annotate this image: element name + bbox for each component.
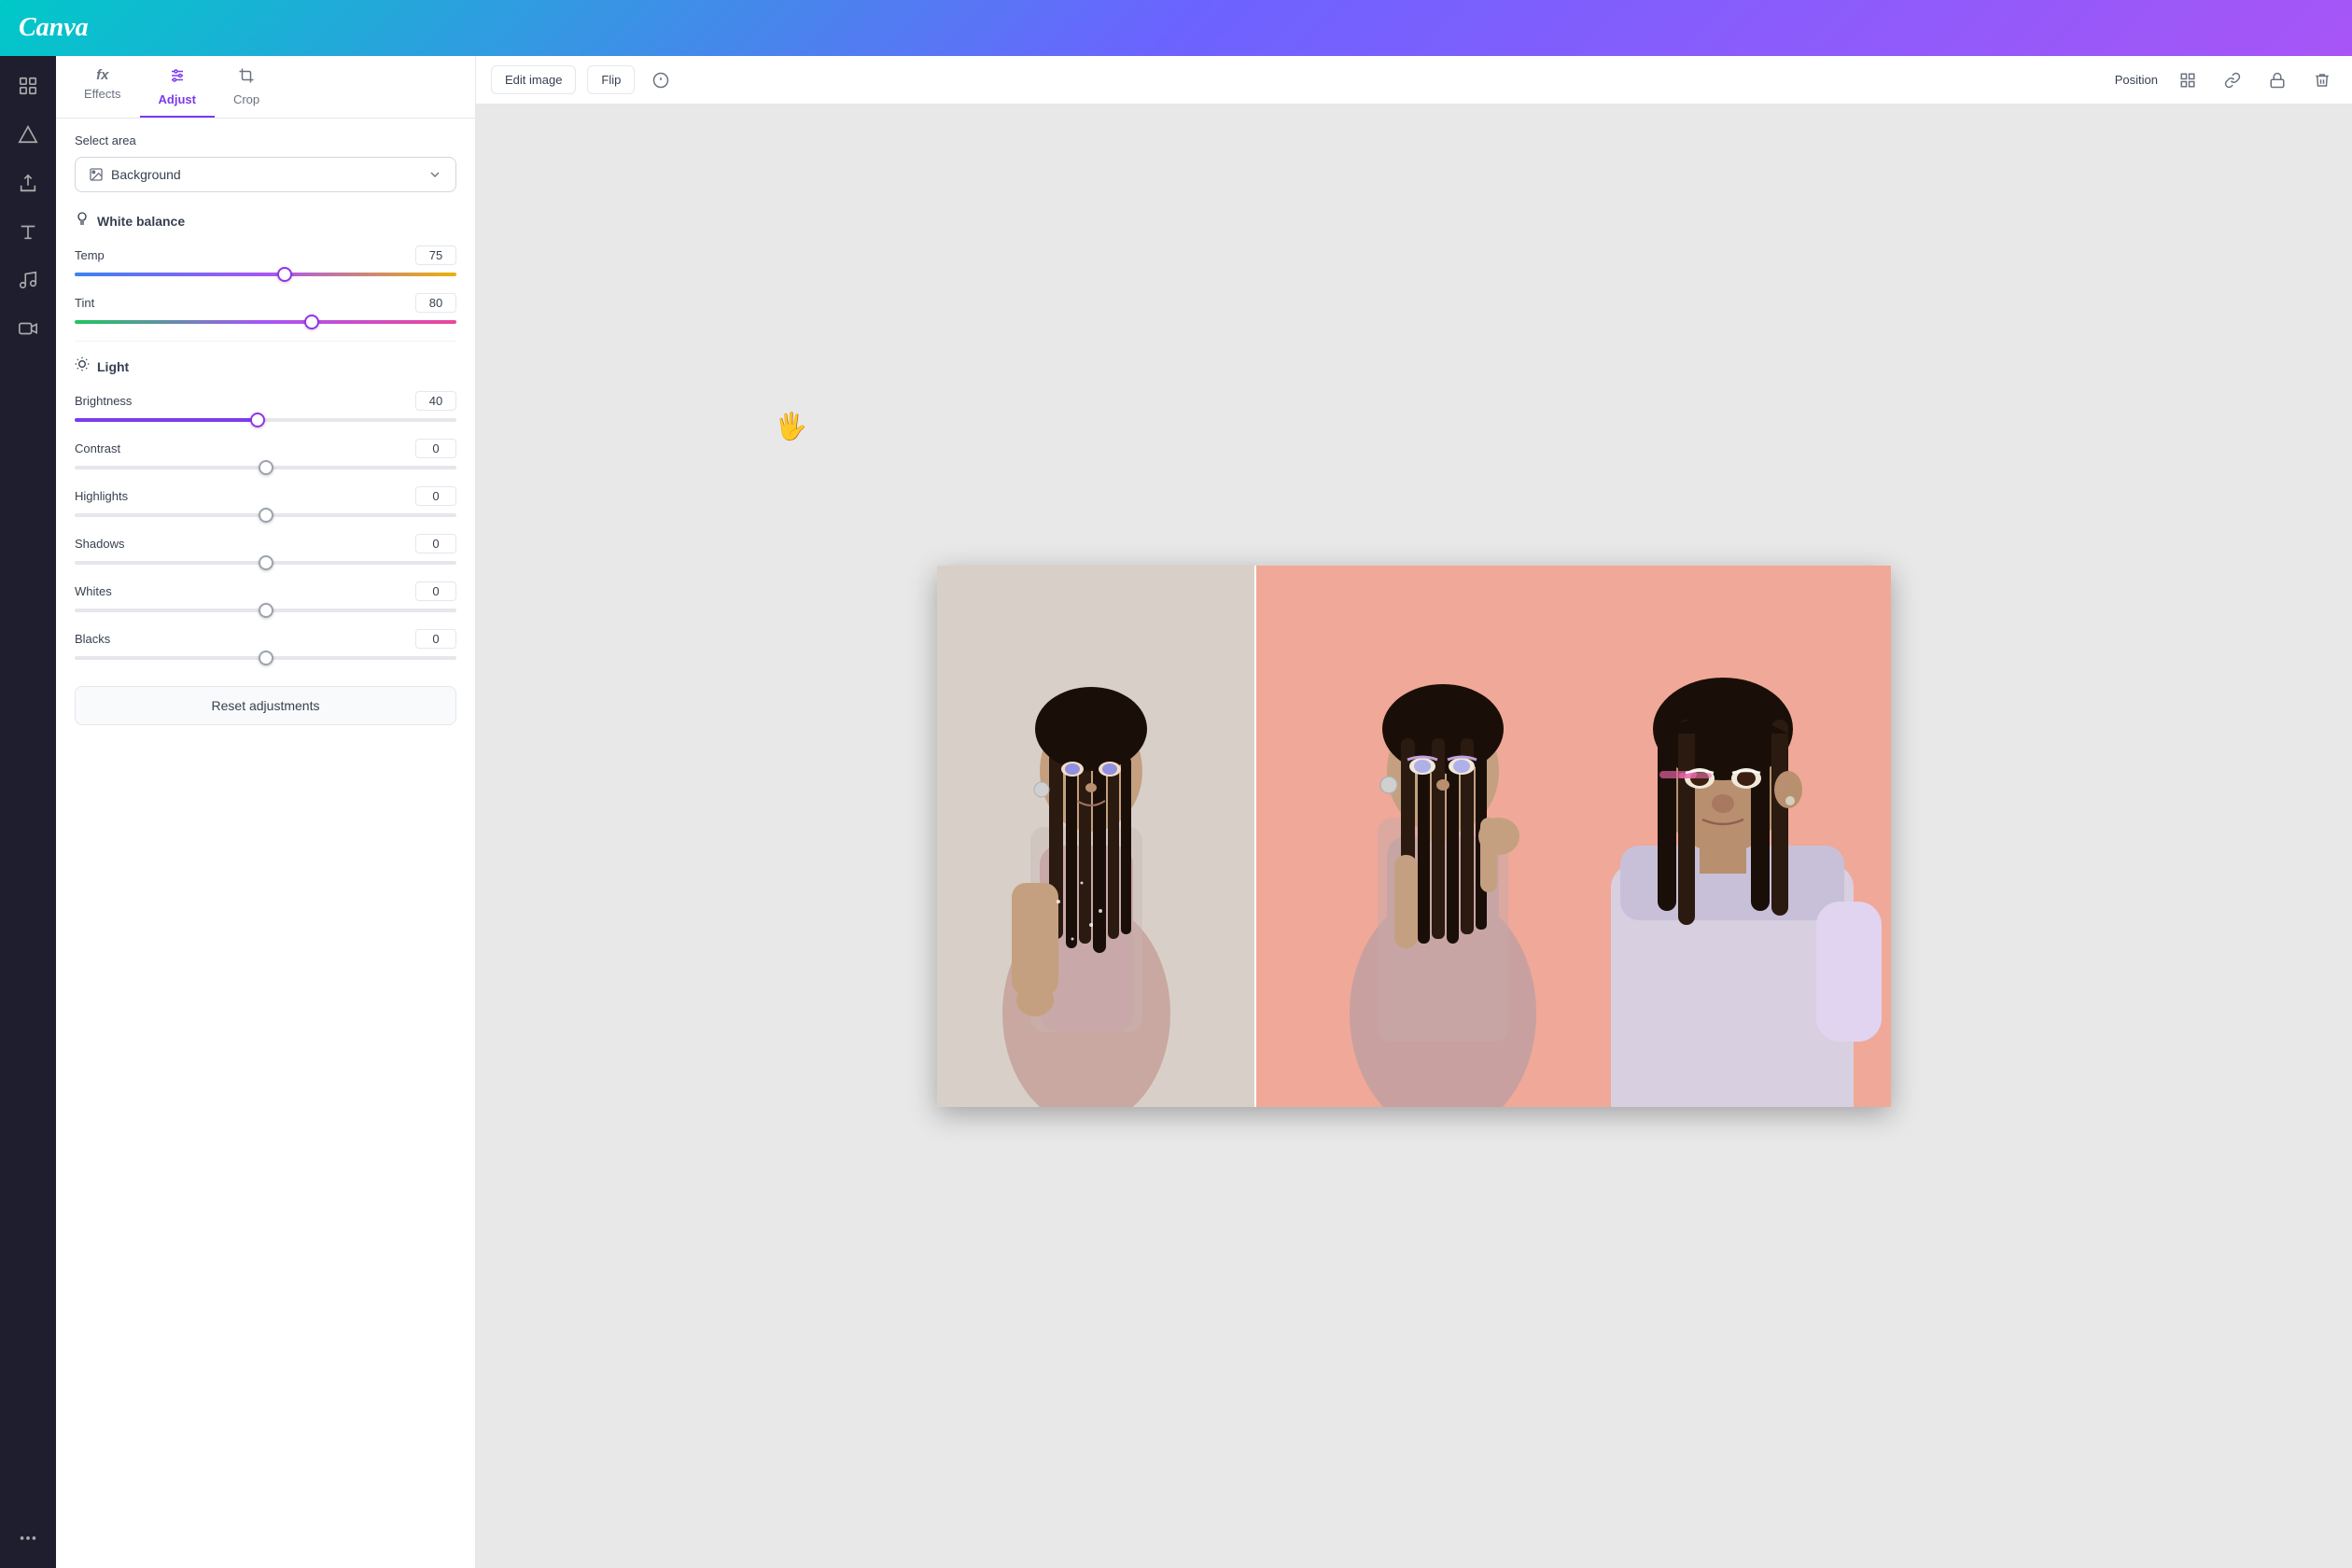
sidebar-icon-bar [0, 56, 56, 1568]
main-layout: fx Effects Adjust Crop [0, 56, 2352, 1568]
top-toolbar: Edit image Flip Position [476, 56, 2352, 105]
image-left [937, 566, 1254, 1107]
tab-adjust-label: Adjust [159, 92, 196, 106]
chevron-down-icon [427, 167, 442, 182]
image-container [937, 566, 1891, 1107]
lock-icon[interactable] [2262, 65, 2292, 95]
tint-thumb[interactable] [304, 315, 319, 329]
reset-adjustments-button[interactable]: Reset adjustments [75, 686, 456, 725]
blacks-thumb[interactable] [259, 651, 273, 665]
whites-slider-row: Whites 0 [75, 581, 456, 612]
tab-crop[interactable]: Crop [215, 56, 278, 118]
header: Canva [0, 0, 2352, 56]
adjust-icon [169, 67, 186, 89]
tint-value[interactable]: 80 [415, 293, 456, 313]
brightness-track[interactable] [75, 418, 456, 422]
tab-effects[interactable]: fx Effects [65, 56, 140, 118]
panel-content: Select area Background [56, 119, 475, 740]
light-section-title: Light [75, 357, 456, 376]
canvas-content: 🖐️ [476, 105, 2352, 1568]
contrast-track[interactable] [75, 466, 456, 469]
brightness-value[interactable]: 40 [415, 391, 456, 411]
contrast-slider-row: Contrast 0 [75, 439, 456, 469]
position-label: Position [2115, 73, 2158, 87]
temp-value[interactable]: 75 [415, 245, 456, 265]
select-area-dropdown[interactable]: Background [75, 157, 456, 192]
temp-track[interactable] [75, 273, 456, 276]
sidebar-item-more[interactable] [7, 1518, 49, 1559]
temp-slider-row: Temp 75 [75, 245, 456, 276]
edit-image-button[interactable]: Edit image [491, 65, 576, 94]
sun-icon [75, 357, 90, 376]
white-balance-section-title: White balance [75, 211, 456, 231]
brightness-slider-row: Brightness 40 [75, 391, 456, 422]
temp-thumb[interactable] [277, 267, 292, 282]
highlights-slider-row: Highlights 0 [75, 486, 456, 517]
shadows-thumb[interactable] [259, 555, 273, 570]
sidebar-item-shapes[interactable] [7, 114, 49, 155]
tab-crop-label: Crop [233, 92, 259, 106]
brightness-label: Brightness [75, 394, 132, 408]
whites-value[interactable]: 0 [415, 581, 456, 601]
canva-logo: Canva [19, 13, 89, 43]
light-label: Light [97, 359, 129, 374]
shadows-track[interactable] [75, 561, 456, 565]
whites-track[interactable] [75, 609, 456, 612]
tint-slider-row: Tint 80 [75, 293, 456, 324]
tint-label: Tint [75, 296, 94, 310]
whites-thumb[interactable] [259, 603, 273, 618]
contrast-value[interactable]: 0 [415, 439, 456, 458]
whites-label: Whites [75, 584, 112, 598]
temp-label: Temp [75, 248, 105, 262]
select-area-label: Select area [75, 133, 456, 147]
sidebar-item-text[interactable] [7, 211, 49, 252]
crop-icon [238, 67, 255, 89]
contrast-label: Contrast [75, 441, 120, 455]
shadows-slider-row: Shadows 0 [75, 534, 456, 565]
shadows-label: Shadows [75, 537, 124, 551]
shadows-value[interactable]: 0 [415, 534, 456, 553]
canvas-area: Edit image Flip Position [476, 56, 2352, 1568]
info-button[interactable] [646, 65, 676, 95]
brightness-thumb[interactable] [250, 413, 265, 427]
highlights-value[interactable]: 0 [415, 486, 456, 506]
select-dropdown-value: Background [111, 167, 181, 182]
tab-effects-label: Effects [84, 87, 121, 101]
bulb-icon [75, 211, 90, 231]
cursor-hand: 🖐️ [775, 411, 807, 441]
image-right [1256, 566, 1891, 1107]
adjust-panel: fx Effects Adjust Crop [56, 56, 476, 1568]
blacks-track[interactable] [75, 656, 456, 660]
flip-button[interactable]: Flip [587, 65, 635, 94]
highlights-track[interactable] [75, 513, 456, 517]
sidebar-item-layout[interactable] [7, 65, 49, 106]
highlights-label: Highlights [75, 489, 128, 503]
sidebar-item-music[interactable] [7, 259, 49, 301]
delete-icon[interactable] [2307, 65, 2337, 95]
contrast-thumb[interactable] [259, 460, 273, 475]
blacks-value[interactable]: 0 [415, 629, 456, 649]
sidebar-item-upload[interactable] [7, 162, 49, 203]
divider-1 [75, 341, 456, 342]
tab-adjust[interactable]: Adjust [140, 56, 215, 118]
grid-icon[interactable] [2173, 65, 2203, 95]
tab-bar: fx Effects Adjust Crop [56, 56, 475, 119]
effects-icon: fx [96, 67, 108, 83]
tint-track[interactable] [75, 320, 456, 324]
sidebar-item-video[interactable] [7, 308, 49, 349]
white-balance-label: White balance [97, 214, 185, 229]
blacks-slider-row: Blacks 0 [75, 629, 456, 660]
link-icon[interactable] [2218, 65, 2247, 95]
highlights-thumb[interactable] [259, 508, 273, 523]
blacks-label: Blacks [75, 632, 110, 646]
